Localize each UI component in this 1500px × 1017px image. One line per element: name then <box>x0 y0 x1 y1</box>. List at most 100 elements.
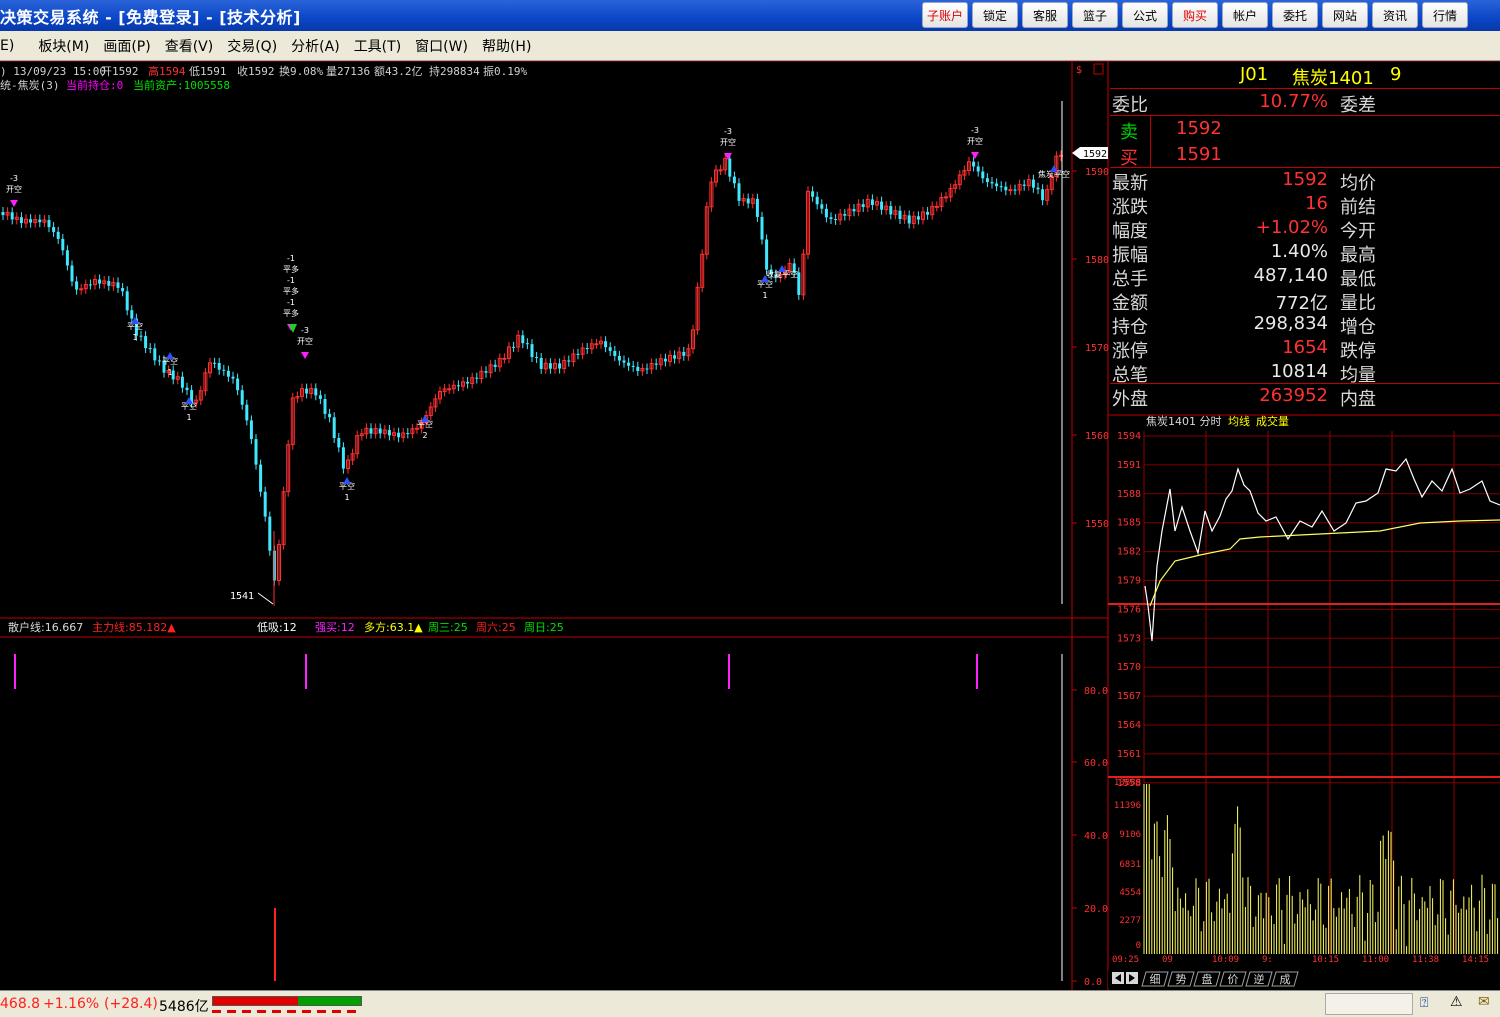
topbar-button-7[interactable]: 委托 <box>1272 2 1318 28</box>
candle-body <box>521 335 525 344</box>
candle-body <box>737 183 741 201</box>
candle-body <box>1 212 5 216</box>
menu-item-4[interactable]: 交易(Q) <box>227 36 277 56</box>
minute-time-label: 10:15 <box>1312 955 1339 965</box>
topbar-button-2[interactable]: 客服 <box>1022 2 1068 28</box>
candle-body <box>263 491 267 517</box>
candle-body <box>682 352 686 356</box>
quote-panel: J01 焦炭1401 9 委比 10.77% 委差卖 1592 买 1591 最新 1592 均价 涨跌… <box>1110 61 1500 411</box>
menu-item-6[interactable]: 工具(T) <box>354 36 401 56</box>
topbar-button-0[interactable]: 子账户 <box>922 2 968 28</box>
quote-title-row: J01 焦炭1401 9 <box>1110 64 1500 89</box>
weibi-row: 委比 10.77% 委差 <box>1110 91 1500 116</box>
signal-arrow <box>301 352 309 359</box>
quote-separator <box>1110 88 1500 89</box>
candle-body <box>125 291 129 311</box>
minute-vol-label: 成交量 <box>1256 414 1289 428</box>
indicator-axis-label: 40.0 <box>1084 831 1108 842</box>
quote-separator <box>1110 115 1500 116</box>
quote-value: 487,140 <box>1253 265 1328 286</box>
trade-signal-s5: -1平多-1平多-1平多 <box>283 254 299 331</box>
menu-item-5[interactable]: 分析(A) <box>291 36 340 56</box>
topbar-button-8[interactable]: 网站 <box>1322 2 1368 28</box>
minute-price-label: 1561 <box>1117 749 1141 760</box>
top-toolbar: 子账户 锁定 客服 篮子 公式 购买 帐户 委托 网站 资讯 行情 <box>922 2 1468 29</box>
current-assets: 当前资产:1005558 <box>133 78 230 92</box>
candle-body <box>406 433 410 434</box>
contract-name: 焦炭1401 <box>1292 68 1374 89</box>
signal-text: -3 <box>971 126 979 135</box>
quote-row: 涨停 1654 跌停 <box>1110 337 1500 362</box>
quote-separator <box>1110 167 1500 168</box>
signal-text: -3 <box>301 326 309 335</box>
candle-body <box>567 360 571 362</box>
menu-item-1[interactable]: 板块(M) <box>38 36 89 56</box>
candle-body <box>217 363 221 370</box>
quote-row: 幅度 +1.02% 今开 <box>1110 217 1500 242</box>
signal-arrow <box>166 352 174 359</box>
help-icon[interactable]: ⍰ <box>1420 995 1428 1011</box>
minute-vol-label: 9106 <box>1119 830 1141 840</box>
minute-title: 焦炭1401 分时 <box>1146 415 1222 428</box>
menu-item-3[interactable]: 查看(V) <box>165 36 214 56</box>
candle-body <box>654 363 658 365</box>
header-low: 低1591 <box>189 65 227 78</box>
menu-item-0[interactable]: E) <box>0 38 14 54</box>
quote-row: 总笔 10814 均量 <box>1110 361 1500 386</box>
ratio-up-portion <box>213 997 298 1005</box>
header-close: 收1592 <box>237 64 275 78</box>
quote-label-right: 今开 <box>1340 221 1376 242</box>
header-open: 开1592 <box>101 65 139 78</box>
candle-body <box>180 376 184 388</box>
dollar-icon: $ <box>1076 65 1082 76</box>
message-icon[interactable]: ✉ <box>1478 994 1490 1010</box>
alert-icon[interactable]: ⚠ <box>1450 994 1463 1010</box>
system-name: 统-焦炭(3) <box>0 79 60 92</box>
candle-body <box>185 387 189 391</box>
signal-arrow <box>971 152 979 159</box>
topbar-button-6[interactable]: 帐户 <box>1222 2 1268 28</box>
quote-value: 298,834 <box>1253 313 1328 334</box>
candle-body <box>512 346 516 348</box>
signal-text: 1 <box>132 333 137 342</box>
minute-price-label: 1567 <box>1117 691 1141 702</box>
menu-item-7[interactable]: 窗口(W) <box>415 36 468 56</box>
indicator-axis-label: 20.0 <box>1084 904 1108 915</box>
minute-time-label: 09 <box>1162 955 1173 965</box>
candle-body <box>328 413 332 418</box>
candle-body <box>636 366 640 371</box>
sell-label: 卖 <box>1120 122 1138 143</box>
candle-body <box>820 204 824 209</box>
indicator-dixi: 低吸:12 <box>257 621 297 634</box>
header-hold: 持298834 <box>429 64 480 78</box>
candle-body <box>121 288 125 292</box>
menu-bar: E) 板块(M) 画面(P) 查看(V) 交易(Q) 分析(A) 工具(T) 窗口(W) 帮助(… <box>0 31 1500 61</box>
candle-body <box>824 208 828 218</box>
candle-body <box>981 171 985 179</box>
topbar-button-4[interactable]: 公式 <box>1122 2 1168 28</box>
quote-label-right: 前结 <box>1340 197 1376 218</box>
quote-value: 263952 <box>1259 385 1328 406</box>
minute-volume-bars <box>1143 784 1499 954</box>
topbar-button-3[interactable]: 篮子 <box>1072 2 1118 28</box>
topbar-button-5[interactable]: 购买 <box>1172 2 1218 28</box>
minute-tab-label: 逆 <box>1254 972 1265 986</box>
candle-body <box>746 198 750 204</box>
topbar-button-1[interactable]: 锁定 <box>972 2 1018 28</box>
signal-text: 开空 <box>6 184 22 194</box>
menu-item-2[interactable]: 画面(P) <box>103 36 150 56</box>
menu-item-8[interactable]: 帮助(H) <box>482 36 531 56</box>
minute-price-label: 1564 <box>1117 720 1141 731</box>
candle-body <box>240 390 244 405</box>
candle-body <box>608 347 612 351</box>
index-amount: 5486亿 <box>159 999 209 1015</box>
indicator-axis-label: 0.0 <box>1084 977 1102 988</box>
minimize-box[interactable] <box>1093 63 1104 75</box>
contract-code: J01 <box>1240 64 1269 85</box>
candle-body <box>318 395 322 399</box>
weibi-value: 10.77% <box>1259 91 1328 112</box>
topbar-button-10[interactable]: 行情 <box>1422 2 1468 28</box>
topbar-button-9[interactable]: 资讯 <box>1372 2 1418 28</box>
minute-vol-label: 13888 <box>1114 778 1141 788</box>
minute-time-label: 14:15 <box>1462 955 1489 965</box>
